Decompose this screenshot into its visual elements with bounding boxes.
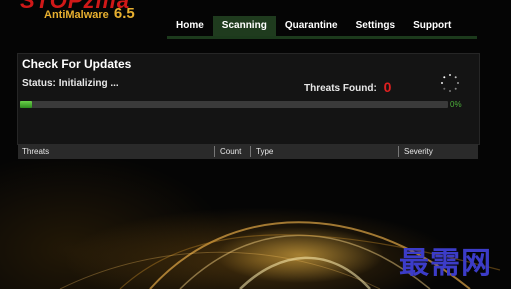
column-threats[interactable]: Threats [22, 147, 49, 156]
update-progress-fill [20, 101, 32, 108]
column-divider [214, 146, 215, 157]
update-progress-percent: 0% [450, 100, 462, 109]
threats-table-header: Threats Count Type Severity [18, 144, 478, 159]
tab-scanning[interactable]: Scanning [212, 16, 276, 36]
column-count[interactable]: Count [220, 147, 241, 156]
status-label: Status: [22, 78, 56, 89]
column-severity[interactable]: Severity [404, 147, 433, 156]
status-value: Initializing ... [58, 78, 119, 89]
update-panel: Check For Updates Status: Initializing .… [17, 53, 480, 145]
update-progress-bar [20, 101, 448, 108]
tab-support[interactable]: Support [404, 16, 460, 36]
product-title: AntiMalware 6.5 [44, 5, 135, 22]
threats-found-count: 0 [383, 79, 392, 95]
column-divider [398, 146, 399, 157]
main-nav: Home Scanning Quarantine Settings Suppor… [167, 12, 477, 39]
tab-settings[interactable]: Settings [347, 16, 404, 36]
panel-title: Check For Updates [22, 57, 132, 71]
threats-found-label: Threats Found: [304, 83, 377, 94]
threats-found: Threats Found: 0 [304, 78, 392, 95]
product-name: AntiMalware [44, 9, 109, 21]
column-divider [250, 146, 251, 157]
watermark: 最需网 [399, 246, 492, 281]
status-line: Status: Initializing ... [22, 78, 119, 89]
tab-quarantine[interactable]: Quarantine [276, 16, 347, 36]
column-type[interactable]: Type [256, 147, 273, 156]
tab-home[interactable]: Home [167, 16, 213, 36]
loading-spinner-icon [441, 74, 459, 92]
product-version: 6.5 [113, 5, 135, 22]
